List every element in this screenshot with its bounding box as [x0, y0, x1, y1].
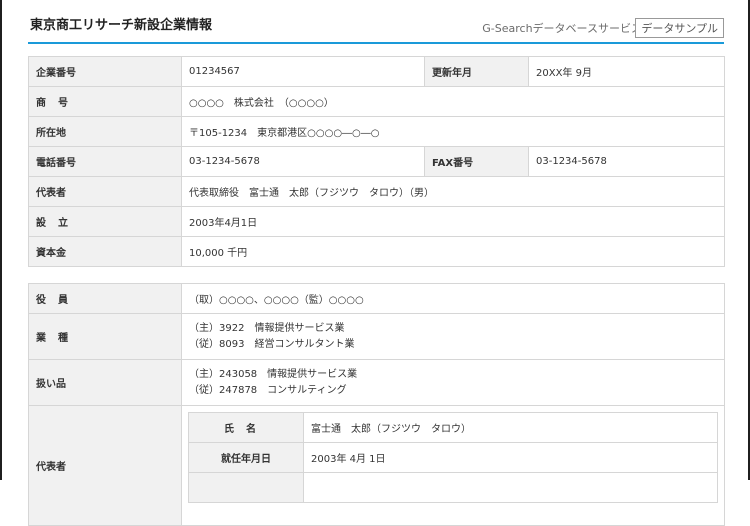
table-row: 代表者 氏名 富士通 太郎（フジツウ タロウ） 就任年月日 2003年 4月 1… [28, 405, 725, 526]
company-number-label: 企業番号 [28, 56, 182, 87]
service-name: G-Searchデータベースサービス [482, 22, 642, 35]
table-row: 企業番号 01234567 更新年月 20XX年 9月 [28, 56, 725, 87]
industry-label: 業種 [28, 313, 182, 360]
company-info-table: 企業番号 01234567 更新年月 20XX年 9月 商号 ○○○○ 株式会社… [28, 56, 725, 267]
rep-extra-value [303, 472, 718, 503]
table-row: 就任年月日 2003年 4月 1日 [188, 442, 718, 473]
products-label: 扱い品 [28, 359, 182, 406]
established-label: 設立 [28, 206, 182, 237]
trade-name-label: 商号 [28, 86, 182, 117]
table-row: 氏名 富士通 太郎（フジツウ タロウ） [188, 412, 718, 443]
data-sample-button[interactable]: データサンプル [635, 18, 724, 38]
rep-name-label: 氏名 [188, 412, 304, 443]
table-row: 商号 ○○○○ 株式会社 （○○○○） [28, 86, 725, 117]
table-row [188, 472, 718, 503]
table-row: 扱い品 （主）243058 情報提供サービス業 （従）247878 コンサルティ… [28, 359, 725, 406]
officers-label: 役員 [28, 283, 182, 314]
representative-value: 代表取締役 富士通 太郎（フジツウ タロウ）（男） [181, 176, 725, 207]
page-title: 東京商工リサーチ新設企業情報 [30, 18, 213, 33]
phone-value: 03-1234-5678 [181, 146, 425, 177]
company-details-table: 役員 （取）○○○○、○○○○（監）○○○○ 業種 （主）3922 情報提供サー… [28, 283, 725, 526]
address-value: 〒105-1234 東京都港区○○○○―○―○ [181, 116, 725, 147]
rep-extra-label [188, 472, 304, 503]
industry-value: （主）3922 情報提供サービス業 （従）8093 経営コンサルタント業 [181, 313, 725, 360]
phone-label: 電話番号 [28, 146, 182, 177]
table-row: 所在地 〒105-1234 東京都港区○○○○―○―○ [28, 116, 725, 147]
table-row: 資本金 10,000 千円 [28, 236, 725, 267]
window-edge-left [0, 0, 2, 480]
table-row: 代表者 代表取締役 富士通 太郎（フジツウ タロウ）（男） [28, 176, 725, 207]
fax-value: 03-1234-5678 [528, 146, 725, 177]
capital-label: 資本金 [28, 236, 182, 267]
updated-value: 20XX年 9月 [528, 56, 725, 87]
rep-detail-label: 代表者 [28, 405, 182, 526]
table-row: 設立 2003年4月1日 [28, 206, 725, 237]
table-row: 業種 （主）3922 情報提供サービス業 （従）8093 経営コンサルタント業 [28, 313, 725, 360]
officers-value: （取）○○○○、○○○○（監）○○○○ [181, 283, 725, 314]
rep-appointed-value: 2003年 4月 1日 [303, 442, 718, 473]
rep-detail-table: 氏名 富士通 太郎（フジツウ タロウ） 就任年月日 2003年 4月 1日 [188, 412, 718, 503]
table-row: 電話番号 03-1234-5678 FAX番号 03-1234-5678 [28, 146, 725, 177]
established-value: 2003年4月1日 [181, 206, 725, 237]
updated-label: 更新年月 [424, 56, 529, 87]
products-secondary: （従）247878 コンサルティング [189, 384, 347, 396]
company-number-value: 01234567 [181, 56, 425, 87]
rep-name-value: 富士通 太郎（フジツウ タロウ） [303, 412, 718, 443]
representative-label: 代表者 [28, 176, 182, 207]
industry-secondary: （従）8093 経営コンサルタント業 [189, 338, 355, 350]
table-row: 役員 （取）○○○○、○○○○（監）○○○○ [28, 283, 725, 314]
industry-primary: （主）3922 情報提供サービス業 [189, 322, 345, 334]
products-primary: （主）243058 情報提供サービス業 [189, 368, 358, 380]
page-header: 東京商工リサーチ新設企業情報 G-Searchデータベースサービス データサンプ… [28, 0, 724, 44]
trade-name-value: ○○○○ 株式会社 （○○○○） [181, 86, 725, 117]
fax-label: FAX番号 [424, 146, 529, 177]
rep-detail-cell: 氏名 富士通 太郎（フジツウ タロウ） 就任年月日 2003年 4月 1日 [181, 405, 725, 526]
rep-appointed-label: 就任年月日 [188, 442, 304, 473]
products-value: （主）243058 情報提供サービス業 （従）247878 コンサルティング [181, 359, 725, 406]
address-label: 所在地 [28, 116, 182, 147]
capital-value: 10,000 千円 [181, 236, 725, 267]
